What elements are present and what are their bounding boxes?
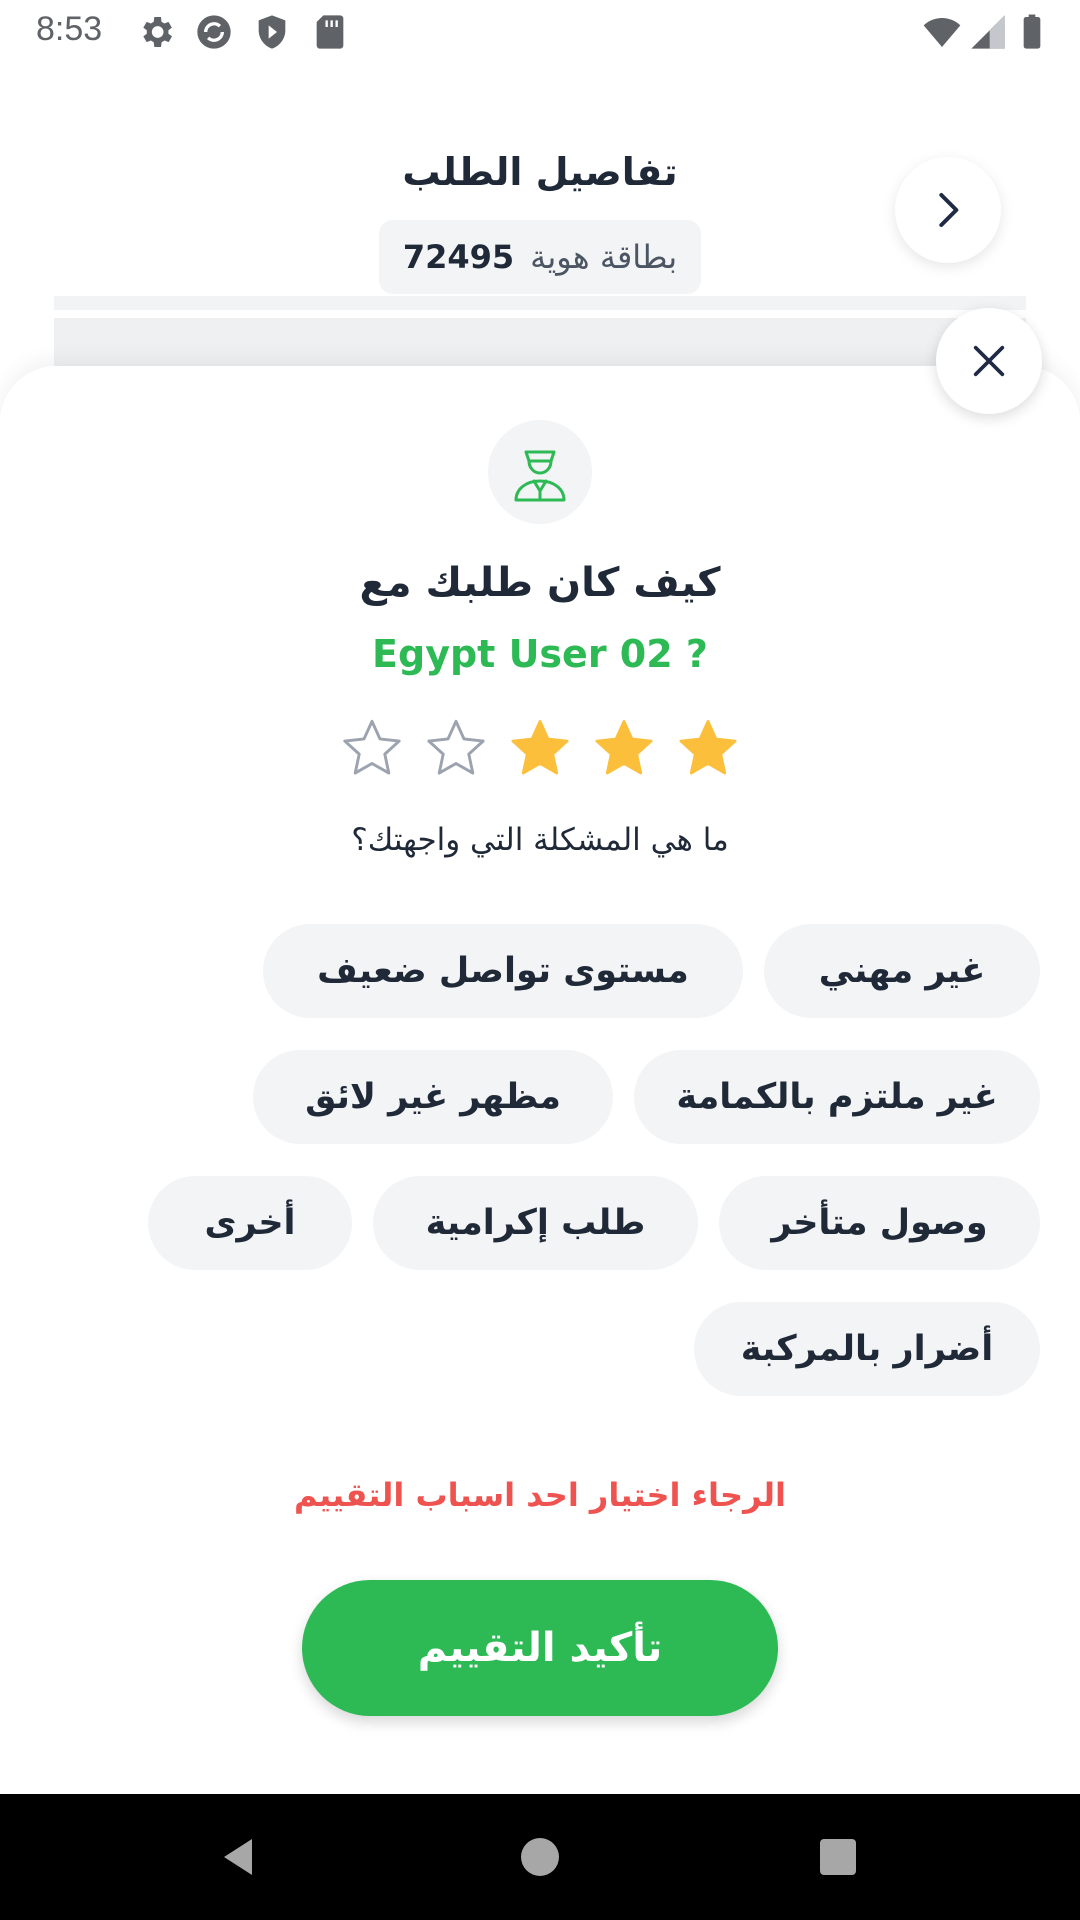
status-bar: 8:53: [0, 0, 1080, 64]
nav-back-button[interactable]: [208, 1827, 268, 1887]
driver-name: Egypt User 02 ?: [372, 632, 708, 676]
gear-icon: [136, 12, 176, 52]
nav-home-button[interactable]: [510, 1827, 570, 1887]
sd-card-icon: [310, 12, 350, 52]
battery-icon: [1012, 12, 1052, 52]
rating-question: كيف كان طلبك مع: [359, 560, 721, 606]
driver-icon: [514, 450, 566, 502]
driver-avatar: [488, 420, 592, 524]
close-button[interactable]: [936, 308, 1042, 414]
problem-question: ما هي المشكلة التي واجهتك؟: [351, 822, 729, 858]
issue-chip-vehicle-damage[interactable]: أضرار بالمركبة: [694, 1302, 1040, 1396]
issue-chip-tip-request[interactable]: طلب إكرامية: [373, 1176, 698, 1270]
id-label: بطاقة هوية: [530, 238, 678, 276]
recents-square-icon: [820, 1839, 856, 1875]
issue-chip-inappropriate-appearance[interactable]: مظهر غير لائق: [253, 1050, 613, 1144]
id-chip: بطاقة هوية 72495: [379, 220, 701, 294]
star-rating[interactable]: [340, 716, 740, 780]
id-number: 72495: [402, 238, 515, 276]
close-icon: [973, 345, 1005, 377]
confirm-rating-button[interactable]: تأكيد التقييم: [302, 1580, 778, 1716]
star-icon-empty[interactable]: [340, 716, 404, 780]
star-icon-empty[interactable]: [424, 716, 488, 780]
wifi-icon: [922, 12, 962, 52]
issue-chip-unprofessional[interactable]: غير مهني: [764, 924, 1040, 1018]
signal-icon: [968, 12, 1008, 52]
sync-icon: [194, 12, 234, 52]
chevron-right-icon: [939, 193, 959, 227]
issue-chip-no-mask[interactable]: غير ملتزم بالكمامة: [634, 1050, 1040, 1144]
background-divider: [54, 296, 1026, 310]
validation-error: الرجاء اختيار احد اسباب التقييم: [294, 1476, 786, 1514]
back-triangle-icon: [224, 1839, 252, 1875]
shield-play-icon: [252, 12, 292, 52]
issue-chip-late-arrival[interactable]: وصول متأخر: [719, 1176, 1040, 1270]
status-time: 8:53: [36, 10, 103, 48]
star-icon-filled[interactable]: [676, 716, 740, 780]
back-button[interactable]: [895, 157, 1001, 263]
system-nav-bar: [0, 1794, 1080, 1920]
star-icon-filled[interactable]: [592, 716, 656, 780]
issue-chip-poor-communication[interactable]: مستوى تواصل ضعيف: [263, 924, 743, 1018]
home-circle-icon: [521, 1838, 559, 1876]
star-icon-filled[interactable]: [508, 716, 572, 780]
issue-chip-other[interactable]: أخرى: [148, 1176, 352, 1270]
nav-recents-button[interactable]: [808, 1827, 868, 1887]
